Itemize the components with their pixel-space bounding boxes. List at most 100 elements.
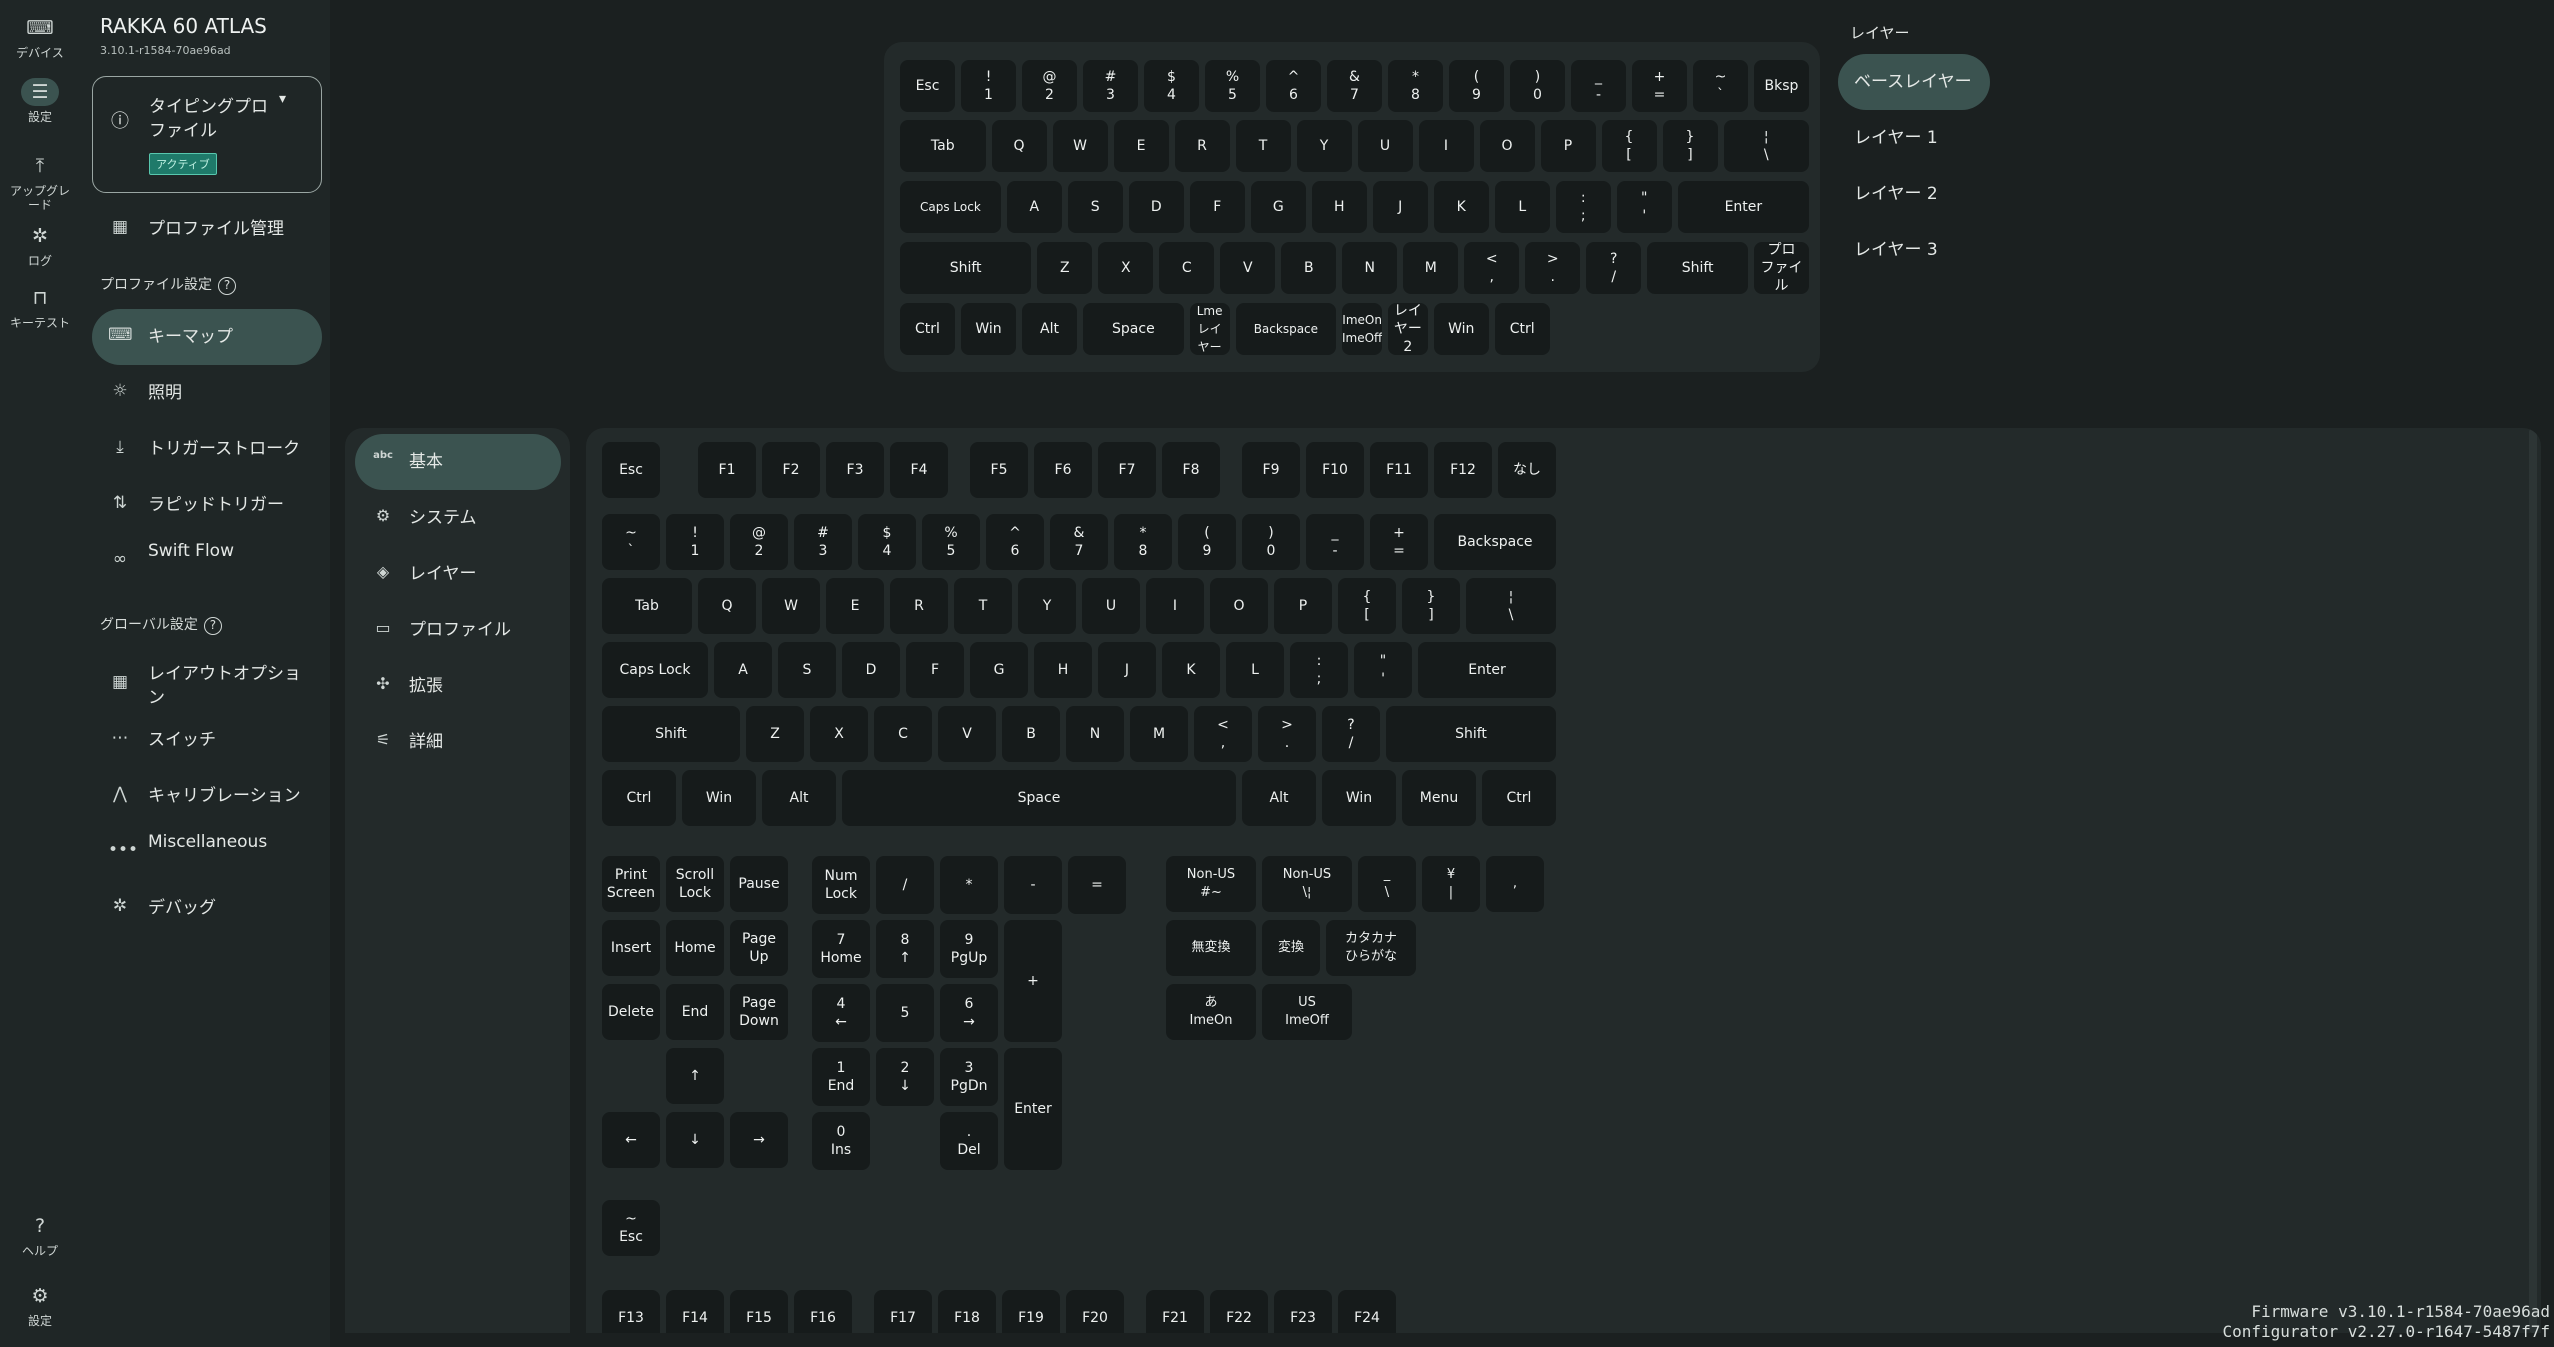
key-a[interactable]: A — [1006, 181, 1062, 233]
key-8[interactable]: 8 ↑ — [876, 920, 934, 978]
key-s[interactable]: S — [1067, 181, 1123, 233]
key-7-home[interactable]: 7 Home — [812, 920, 870, 978]
key-f15[interactable]: F15 — [730, 1290, 788, 1333]
sidebar-item-switch[interactable]: ⋯ スイッチ — [92, 712, 322, 768]
key-sym[interactable]: ← — [602, 1112, 660, 1168]
key-sym[interactable]: " ' — [1354, 642, 1412, 698]
key-w[interactable]: W — [762, 578, 820, 634]
key-f24[interactable]: F24 — [1338, 1290, 1396, 1333]
sidebar-item-keymap[interactable]: ⌨ キーマップ — [92, 309, 322, 365]
key-ctrl[interactable]: Ctrl — [900, 303, 955, 355]
key-f11[interactable]: F11 — [1370, 442, 1428, 498]
key-home[interactable]: Home — [666, 920, 724, 976]
key-imeon-imeoff[interactable]: ImeOn ImeOff — [1342, 303, 1382, 355]
key-k[interactable]: K — [1162, 642, 1220, 698]
key-プロ-ファイル[interactable]: プロ ファイル — [1754, 242, 1809, 294]
key-b[interactable]: B — [1002, 706, 1060, 762]
rail-key-test[interactable]: ⊓ キーテスト — [0, 284, 80, 330]
key-f20[interactable]: F20 — [1066, 1290, 1124, 1333]
key-z[interactable]: Z — [1037, 242, 1093, 294]
key-g[interactable]: G — [1250, 181, 1306, 233]
key-o[interactable]: O — [1479, 120, 1535, 172]
sidebar-item-trigger[interactable]: ⤓ トリガーストローク — [92, 421, 322, 477]
key-f16[interactable]: F16 — [794, 1290, 852, 1333]
key-f[interactable]: F — [906, 642, 964, 698]
key-h[interactable]: H — [1311, 181, 1367, 233]
key-6[interactable]: 6 → — [940, 984, 998, 1042]
key-f21[interactable]: F21 — [1146, 1290, 1204, 1333]
layer-item[interactable]: レイヤー 3 — [1838, 222, 1990, 278]
key-sym[interactable]: <, — [1464, 242, 1520, 294]
key-l[interactable]: L — [1226, 642, 1284, 698]
rail-upgrade[interactable]: ⤒ アップグレード — [0, 152, 80, 212]
key-e[interactable]: E — [826, 578, 884, 634]
key-sym[interactable]: _ - — [1306, 514, 1364, 570]
key-win[interactable]: Win — [961, 303, 1016, 355]
sidebar-item-debug[interactable]: ✲ デバッグ — [92, 880, 322, 936]
key-1[interactable]: ! 1 — [666, 514, 724, 570]
key-3-pgdn[interactable]: 3 PgDn — [940, 1048, 998, 1106]
key-t[interactable]: T — [954, 578, 1012, 634]
key-u[interactable]: U — [1082, 578, 1140, 634]
category-abc[interactable]: abc 基本 — [355, 434, 561, 490]
key-shift[interactable]: Shift — [1647, 242, 1748, 294]
rail-sliders[interactable]: ☰ 設定 — [0, 78, 80, 124]
key-c[interactable]: C — [874, 706, 932, 762]
key-4[interactable]: 4 ← — [812, 984, 870, 1042]
key-enter[interactable]: Enter — [1677, 181, 1809, 233]
key-tab[interactable]: Tab — [602, 578, 692, 634]
key-m[interactable]: M — [1130, 706, 1188, 762]
key-2[interactable]: 2 ↓ — [876, 1048, 934, 1106]
key-0-ins[interactable]: 0 Ins — [812, 1112, 870, 1170]
key-h[interactable]: H — [1034, 642, 1092, 698]
key-x[interactable]: X — [810, 706, 868, 762]
key-v[interactable]: V — [938, 706, 996, 762]
key-o[interactable]: O — [1210, 578, 1268, 634]
key-sym[interactable]: ~ ` — [1693, 60, 1748, 112]
key-e[interactable]: E — [1113, 120, 1169, 172]
key-num-lock[interactable]: Num Lock — [812, 856, 870, 914]
key-us-imeoff[interactable]: US ImeOff — [1262, 984, 1352, 1040]
key-insert[interactable]: Insert — [602, 920, 660, 976]
key-9[interactable]: (9 — [1449, 60, 1504, 112]
key-q[interactable]: Q — [698, 578, 756, 634]
key-7[interactable]: & 7 — [1327, 60, 1382, 112]
key-v[interactable]: V — [1220, 242, 1276, 294]
key-p[interactable]: P — [1540, 120, 1596, 172]
key-t[interactable]: T — [1235, 120, 1291, 172]
key-sym[interactable]: _ \ — [1358, 856, 1416, 912]
key-shift[interactable]: Shift — [900, 242, 1032, 294]
key-l[interactable]: L — [1494, 181, 1550, 233]
key-5[interactable]: 5 — [876, 984, 934, 1042]
key-r[interactable]: R — [1174, 120, 1230, 172]
key-backspace[interactable]: Backspace — [1434, 514, 1556, 570]
key-f[interactable]: F — [1189, 181, 1245, 233]
key-sym[interactable]: ¥ | — [1422, 856, 1480, 912]
key-print-screen[interactable]: Print Screen — [602, 856, 660, 912]
key-z[interactable]: Z — [746, 706, 804, 762]
key-delete[interactable]: Delete — [602, 984, 660, 1040]
key-4[interactable]: $4 — [1144, 60, 1199, 112]
key-y[interactable]: Y — [1018, 578, 1076, 634]
layer-item[interactable]: ベースレイヤー — [1838, 54, 1990, 110]
key-non-us[interactable]: Non-US \¦ — [1262, 856, 1352, 912]
key-i[interactable]: I — [1418, 120, 1474, 172]
key-y[interactable]: Y — [1296, 120, 1352, 172]
key-sym[interactable]: ↑ — [666, 1048, 724, 1104]
key-lme-レイ-ヤー[interactable]: Lme レイ ヤー — [1189, 303, 1230, 355]
key-7[interactable]: & 7 — [1050, 514, 1108, 570]
key-sym[interactable]: * — [940, 856, 998, 914]
rail-help[interactable]: ? ヘルプ — [0, 1212, 80, 1258]
key-f4[interactable]: F4 — [890, 442, 948, 498]
key-tab[interactable]: Tab — [900, 120, 986, 172]
key-ctrl[interactable]: Ctrl — [1482, 770, 1556, 826]
key-m[interactable]: M — [1403, 242, 1459, 294]
key-sym[interactable]: :; — [1555, 181, 1611, 233]
key-win[interactable]: Win — [682, 770, 756, 826]
key-scroll-lock[interactable]: Scroll Lock — [666, 856, 724, 912]
key-3[interactable]: #3 — [1083, 60, 1138, 112]
key-なし[interactable]: なし — [1498, 442, 1556, 498]
key-9[interactable]: (9 — [1178, 514, 1236, 570]
key-0[interactable]: ) 0 — [1242, 514, 1300, 570]
key-sym[interactable]: = — [1068, 856, 1126, 914]
